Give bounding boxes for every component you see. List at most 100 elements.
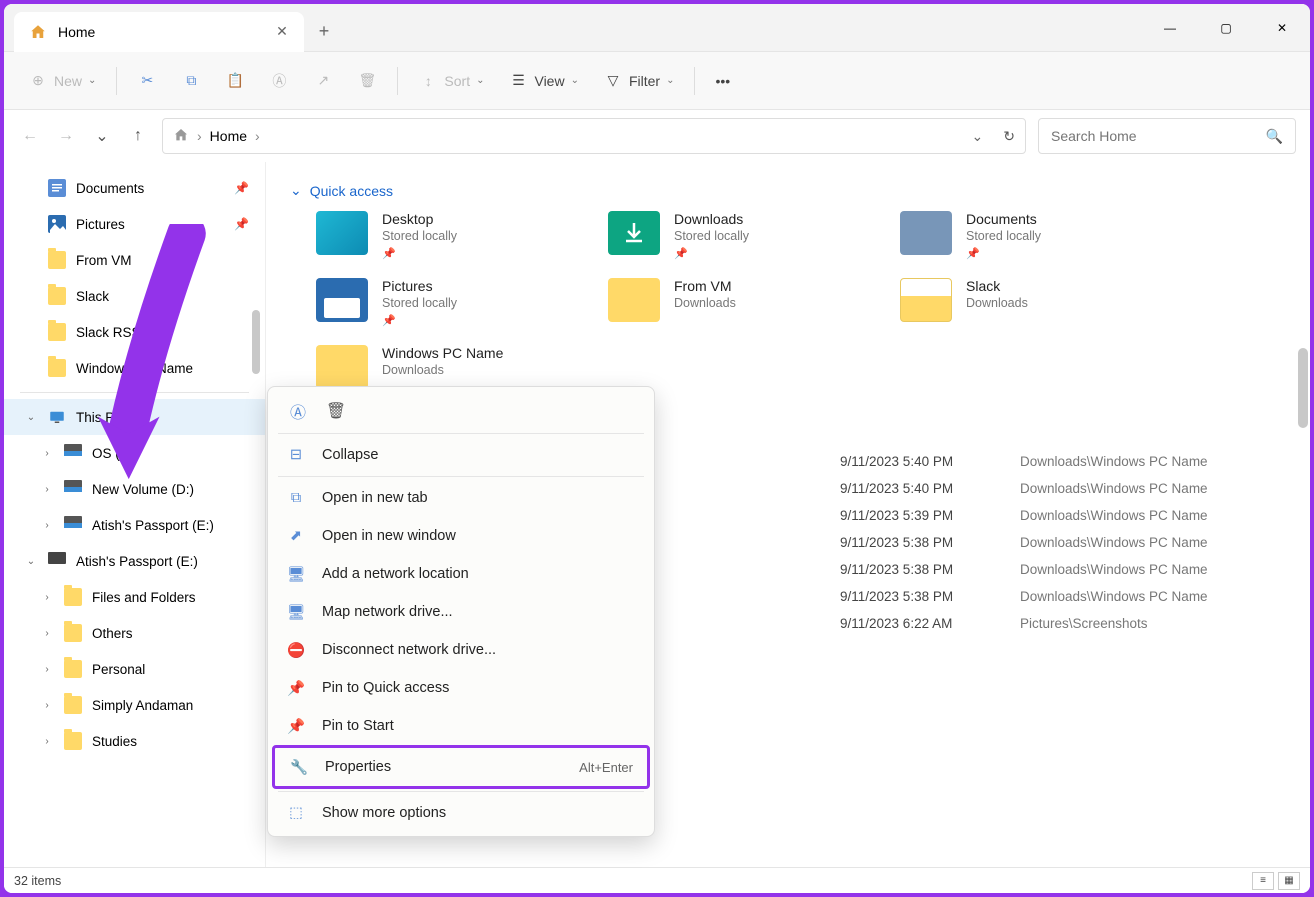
rename-icon[interactable]: Ⓐ [286,399,310,423]
refresh-button[interactable]: ↻ [1003,128,1015,145]
context-menu-item[interactable]: 🖥Add a network location [272,555,650,593]
trash-icon[interactable]: 🗑 [324,399,348,423]
quick-access-item[interactable]: PicturesStored locally📌 [316,278,584,327]
section-quick-access[interactable]: ⌄ Quick access [290,182,1286,199]
context-menu-item[interactable]: ⬚Show more options [272,794,650,832]
menu-item-icon: 🖥 [286,564,306,584]
navigation-bar: ← → ⌄ ↑ › Home › ⌄ ↻ 🔍 [4,110,1310,162]
item-path: Downloads\Windows PC Name [1020,562,1260,577]
more-button[interactable]: ••• [707,63,738,99]
delete-button[interactable]: 🗑 [349,63,385,99]
context-menu-item[interactable]: ⛔Disconnect network drive... [272,631,650,669]
chevron-down-icon[interactable]: ⌄ [24,556,38,567]
chevron-down-icon[interactable]: ⌄ [24,412,38,423]
filter-button[interactable]: ▽ Filter ⌄ [595,63,683,99]
quick-access-item[interactable]: DocumentsStored locally📌 [900,211,1168,260]
sidebar-item[interactable]: ›Simply Andaman [4,687,265,723]
quick-access-item[interactable]: DownloadsStored locally📌 [608,211,876,260]
sidebar-item[interactable]: ›Files and Folders [4,579,265,615]
item-date: 9/11/2023 5:38 PM [840,589,1020,604]
home-icon [173,127,189,146]
chevron-right-icon[interactable]: › [40,700,54,711]
view-button[interactable]: ☰ View ⌄ [500,63,586,99]
sidebar-item[interactable]: From VM [4,242,265,278]
sidebar-item[interactable]: › Studies [4,723,265,759]
chevron-right-icon[interactable]: › [40,628,54,639]
sidebar-item-drive[interactable]: ›New Volume (D:) [4,471,265,507]
chevron-right-icon[interactable]: › [40,592,54,603]
up-button[interactable]: ↑ [126,124,150,148]
sidebar-item[interactable]: ›Personal [4,651,265,687]
menu-item-icon: ⬚ [286,803,306,823]
sidebar-item[interactable]: Slack [4,278,265,314]
share-button[interactable]: ↗ [305,63,341,99]
rename-button[interactable]: Ⓐ [261,63,297,99]
quick-access-item[interactable]: SlackDownloads [900,278,1168,327]
details-view-button[interactable]: ≡ [1252,872,1274,890]
sidebar-item-label: This PC [76,410,124,425]
search-box[interactable]: 🔍 [1038,118,1296,154]
maximize-button[interactable]: ▢ [1198,4,1254,52]
address-bar[interactable]: › Home › ⌄ ↻ [162,118,1026,154]
menu-item-label: Properties [325,759,391,775]
menu-item-label: Disconnect network drive... [322,642,496,658]
sort-button[interactable]: ↕ Sort ⌄ [410,63,492,99]
minimize-button[interactable]: — [1142,4,1198,52]
context-menu-item[interactable]: ⧉Open in new tab [272,479,650,517]
tab-close-icon[interactable]: ✕ [274,24,290,40]
chevron-right-icon[interactable]: › [40,736,54,747]
sidebar-item[interactable]: Pictures📌 [4,206,265,242]
folder-icon [64,588,82,606]
context-menu-item[interactable]: 📌Pin to Start [272,707,650,745]
scrollbar[interactable] [252,310,260,374]
folder-icon [64,660,82,678]
context-menu-item[interactable]: 🖥Map network drive... [272,593,650,631]
pin-icon: 📌 [382,314,457,327]
close-button[interactable]: ✕ [1254,4,1310,52]
sidebar-item-label: Studies [92,734,137,749]
sidebar-item[interactable]: Documents📌 [4,170,265,206]
quick-access-item[interactable]: From VMDownloads [608,278,876,327]
chevron-right-icon[interactable]: › [40,448,54,459]
context-menu-item[interactable]: 🔧PropertiesAlt+Enter [272,745,650,789]
menu-item-label: Open in new window [322,528,456,544]
sidebar-item-drive[interactable]: ›OS (C:) [4,435,265,471]
context-menu-item[interactable]: ⊟Collapse [272,436,650,474]
sidebar-item[interactable]: ›Others [4,615,265,651]
item-name: Desktop [382,211,457,227]
chevron-right-icon[interactable]: › [40,664,54,675]
sidebar-item[interactable]: Windows PC Name [4,350,265,386]
forward-button[interactable]: → [54,124,78,148]
cut-button[interactable]: ✂ [129,63,165,99]
quick-access-item[interactable]: DesktopStored locally📌 [316,211,584,260]
sidebar-item[interactable]: Slack RSS [4,314,265,350]
menu-item-icon: ⊟ [286,445,306,465]
sidebar-item-drive[interactable]: ›Atish's Passport (E:) [4,507,265,543]
sidebar-item-label: Slack [76,289,109,304]
copy-button[interactable]: ⧉ [173,63,209,99]
back-button[interactable]: ← [18,124,42,148]
drive-icon [64,480,82,498]
tab-home[interactable]: Home ✕ [14,12,304,52]
chevron-right-icon[interactable]: › [40,520,54,531]
item-name: Downloads [674,211,749,227]
new-button[interactable]: ⊕ New ⌄ [20,63,104,99]
paste-button[interactable]: 📋 [217,63,253,99]
quick-access-item[interactable]: Windows PC NameDownloads [316,345,584,389]
scrollbar[interactable] [1298,348,1308,428]
item-date: 9/11/2023 5:39 PM [840,508,1020,523]
address-dropdown[interactable]: ⌄ [972,128,984,145]
search-input[interactable] [1051,128,1266,144]
recent-button[interactable]: ⌄ [90,124,114,148]
item-path: Downloads\Windows PC Name [1020,535,1260,550]
context-menu-item[interactable]: ⬈Open in new window [272,517,650,555]
chevron-right-icon[interactable]: › [40,484,54,495]
address-segment[interactable]: Home [210,128,247,144]
sidebar-item-ext-drive[interactable]: ⌄ Atish's Passport (E:) [4,543,265,579]
new-tab-button[interactable]: + [304,12,344,52]
item-count: 32 items [14,874,61,888]
sidebar-item-this-pc[interactable]: ⌄ This PC [4,399,265,435]
context-menu-item[interactable]: 📌Pin to Quick access [272,669,650,707]
icons-view-button[interactable]: ▦ [1278,872,1300,890]
pin-icon: 📌 [234,217,249,231]
